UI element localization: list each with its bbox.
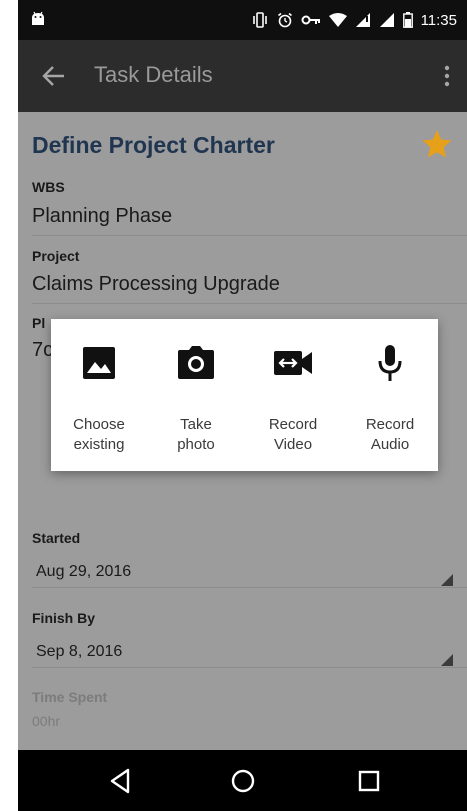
camera-icon bbox=[178, 346, 214, 379]
signal-icon-2 bbox=[379, 12, 395, 28]
image-icon bbox=[83, 347, 115, 379]
battery-icon bbox=[402, 12, 413, 28]
record-video-option[interactable]: Record Video bbox=[245, 319, 341, 471]
status-time: 11:35 bbox=[420, 11, 457, 29]
planned-label-partial: Pl bbox=[32, 315, 46, 331]
started-dropdown-icon[interactable] bbox=[441, 574, 453, 586]
record-audio-option[interactable]: Record Audio bbox=[342, 319, 438, 471]
system-nav-bar bbox=[18, 750, 467, 811]
status-bar: 11:35 bbox=[18, 0, 467, 40]
divider bbox=[32, 235, 467, 236]
star-icon[interactable] bbox=[421, 128, 453, 160]
divider bbox=[32, 303, 467, 304]
time-spent-label: Time Spent bbox=[32, 689, 108, 705]
video-camera-icon bbox=[274, 351, 312, 375]
finish-date-value[interactable]: Sep 8, 2016 bbox=[36, 643, 122, 661]
signal-icon bbox=[355, 12, 371, 28]
project-label: Project bbox=[32, 248, 80, 264]
vibrate-icon bbox=[251, 12, 269, 28]
wifi-icon bbox=[328, 13, 347, 27]
wbs-value[interactable]: Planning Phase bbox=[32, 205, 172, 228]
finish-by-label: Finish By bbox=[32, 610, 96, 626]
divider bbox=[32, 587, 467, 588]
project-value[interactable]: Claims Processing Upgrade bbox=[32, 273, 280, 296]
take-photo-option[interactable]: Take photo bbox=[148, 319, 244, 471]
task-title: Define Project Charter bbox=[32, 132, 275, 158]
home-circle-icon[interactable] bbox=[228, 766, 258, 796]
alarm-icon bbox=[277, 12, 293, 28]
microphone-icon bbox=[378, 345, 402, 381]
status-icons: 11:35 bbox=[251, 10, 457, 30]
option-label: Take photo bbox=[177, 416, 215, 453]
option-label: Record Audio bbox=[365, 416, 415, 453]
divider bbox=[32, 667, 467, 668]
time-spent-value[interactable]: 00hr bbox=[32, 713, 60, 729]
attachment-dialog: Choose existing Take photo Record Video … bbox=[51, 319, 438, 471]
back-triangle-icon[interactable] bbox=[106, 766, 136, 796]
back-arrow-icon[interactable] bbox=[40, 62, 68, 90]
vpn-key-icon bbox=[301, 14, 321, 26]
app-bar: Task Details bbox=[18, 40, 467, 112]
option-label: Record Video bbox=[268, 416, 318, 453]
overflow-menu-icon[interactable] bbox=[443, 64, 451, 88]
app-frame: 11:35 Task Details Define Project Charte… bbox=[18, 0, 467, 811]
wbs-label: WBS bbox=[32, 179, 65, 195]
started-label: Started bbox=[32, 530, 81, 546]
android-icon bbox=[32, 11, 44, 25]
recents-square-icon[interactable] bbox=[354, 766, 384, 796]
page-title: Task Details bbox=[94, 62, 213, 87]
option-label: Choose existing bbox=[73, 416, 125, 453]
started-date-value[interactable]: Aug 29, 2016 bbox=[36, 563, 131, 581]
planned-value-partial[interactable]: 7c bbox=[32, 339, 53, 362]
choose-existing-option[interactable]: Choose existing bbox=[51, 319, 147, 471]
finish-dropdown-icon[interactable] bbox=[441, 654, 453, 666]
